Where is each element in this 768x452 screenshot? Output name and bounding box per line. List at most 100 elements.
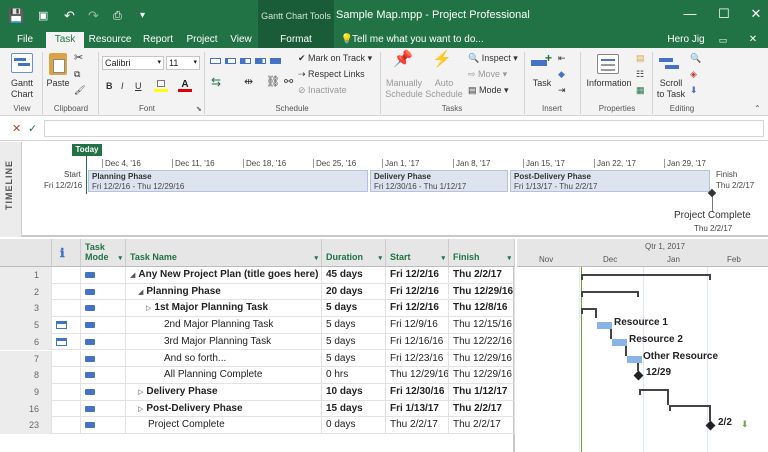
gantt-chart[interactable]: Qtr 1, 2017 Nov Dec Jan Feb Resource 1 R… xyxy=(517,239,768,452)
duration-cell[interactable]: 5 days xyxy=(322,350,386,368)
percent-complete-buttons[interactable] xyxy=(210,56,286,68)
timeline-phase-post-delivery[interactable]: Post-Delivery Phase Fri 1/13/17 - Thu 2/… xyxy=(510,170,710,192)
italic-button[interactable]: I xyxy=(121,80,124,92)
finish-cell[interactable]: Thu 2/2/17 xyxy=(449,267,515,284)
milestone-diamond-icon[interactable] xyxy=(633,370,644,381)
task-mode-cell[interactable] xyxy=(81,417,126,434)
finish-cell[interactable]: Thu 2/2/17 xyxy=(449,417,515,434)
clear-icon[interactable]: ◈ xyxy=(690,68,697,80)
table-row[interactable]: 8 All Planning Complete 0 hrs Thu 12/29/16 T… xyxy=(0,367,515,384)
timeline-phase-delivery[interactable]: Delivery Phase Fri 12/30/16 - Thu 1/12/1… xyxy=(370,170,508,192)
expand-icon[interactable]: ▷ xyxy=(138,389,143,396)
summary-bar-post-delivery[interactable] xyxy=(669,405,709,407)
task-name-cell[interactable]: All Planning Complete xyxy=(126,367,322,384)
task-bar-task7[interactable] xyxy=(627,356,642,363)
task-mode-cell[interactable] xyxy=(81,350,126,368)
task-name-cell[interactable]: 3rd Major Planning Task xyxy=(126,333,322,351)
deliverable-icon[interactable]: ⇥ xyxy=(558,84,566,96)
task-mode-column-header[interactable]: Task Mode ▾ xyxy=(81,239,126,267)
task-name-cell[interactable]: ▷ Delivery Phase xyxy=(126,383,322,401)
respect-links-button[interactable]: ⇢ Respect Links xyxy=(298,68,365,80)
filter-dropdown-icon[interactable]: ▾ xyxy=(378,254,382,262)
info-cell[interactable] xyxy=(52,300,81,318)
info-cell[interactable] xyxy=(52,383,81,401)
cut-icon[interactable]: ✂ xyxy=(74,52,83,64)
filter-dropdown-icon[interactable]: ▾ xyxy=(314,254,318,262)
timeline-view[interactable]: TIMELINE Today Dec 4, '16 Dec 11, '16 De… xyxy=(0,142,768,237)
task-mode-cell[interactable] xyxy=(81,300,126,318)
info-cell[interactable] xyxy=(52,367,81,384)
notes-icon[interactable]: ▤ xyxy=(636,52,645,64)
start-cell[interactable]: Fri 12/2/16 xyxy=(386,283,449,301)
timeline-phase-planning[interactable]: Planning Phase Fri 12/2/16 - Thu 12/29/1… xyxy=(88,170,368,192)
row-number[interactable]: 2 xyxy=(0,283,52,301)
collapse-ribbon-icon[interactable]: ⌃ xyxy=(754,104,761,113)
font-color-icon[interactable]: A xyxy=(178,80,192,92)
close-window-icon[interactable]: ✕ xyxy=(746,32,760,48)
format-painter-icon[interactable]: 🖌 xyxy=(74,84,85,96)
task-mode-cell[interactable] xyxy=(81,283,126,301)
duration-cell[interactable]: 10 days xyxy=(322,383,386,401)
find-icon[interactable]: 🔍 xyxy=(690,52,701,64)
start-column-header[interactable]: Start ▾ xyxy=(386,239,449,267)
information-button[interactable]: Information xyxy=(584,78,634,89)
info-cell[interactable] xyxy=(52,350,81,368)
finish-cell[interactable]: Thu 1/12/17 xyxy=(449,383,515,401)
tab-report[interactable]: Report xyxy=(138,32,178,48)
finish-cell[interactable]: Thu 12/8/16 xyxy=(449,300,515,318)
task-name-cell[interactable]: 2nd Major Planning Task xyxy=(126,317,322,334)
manually-schedule-button[interactable]: Manually Schedule xyxy=(382,78,426,100)
task-name-cell[interactable]: ▷ 1st Major Planning Task xyxy=(126,300,322,318)
info-cell[interactable] xyxy=(52,267,81,284)
table-row[interactable]: 7 And so forth... 5 days Fri 12/23/16 Thu 12… xyxy=(0,350,515,368)
mode-button[interactable]: ▤ Mode ▾ xyxy=(468,84,509,96)
duration-column-header[interactable]: Duration ▾ xyxy=(322,239,386,267)
minimize-button[interactable]: — xyxy=(680,6,700,21)
row-number[interactable]: 6 xyxy=(0,333,52,351)
customize-qa-icon[interactable]: ▾ xyxy=(140,8,145,24)
duration-cell[interactable]: 45 days xyxy=(322,267,386,284)
table-row[interactable]: 16 ▷ Post-Delivery Phase 15 days Fri 1/13/17… xyxy=(0,400,515,418)
table-row[interactable]: 9 ▷ Delivery Phase 10 days Fri 12/30/16 Thu 1… xyxy=(0,383,515,401)
duration-cell[interactable]: 0 days xyxy=(322,417,386,434)
table-row[interactable]: 1 ◢ Any New Project Plan (title goes here)… xyxy=(0,267,515,284)
task-name-cell[interactable]: And so forth... xyxy=(126,350,322,368)
tab-format[interactable]: Format xyxy=(258,32,334,48)
task-name-cell[interactable]: ◢ Planning Phase xyxy=(126,283,322,301)
bold-button[interactable]: B xyxy=(106,80,113,92)
summary-icon[interactable]: ⇤ xyxy=(558,52,566,64)
table-row[interactable]: 2 ◢ Planning Phase 20 days Fri 12/2/16 Thu 12… xyxy=(0,283,515,301)
timeline-milestone-name[interactable]: Project Complete xyxy=(674,210,751,221)
row-number[interactable]: 8 xyxy=(0,367,52,384)
info-cell[interactable] xyxy=(52,283,81,301)
task-mode-cell[interactable] xyxy=(81,317,126,334)
table-row[interactable]: 6 3rd Major Planning Task 5 days Fri 12/16/… xyxy=(0,333,515,351)
tab-project[interactable]: Project xyxy=(182,32,222,48)
row-number[interactable]: 1 xyxy=(0,267,52,284)
summary-bar-project[interactable] xyxy=(581,274,711,276)
ribbon-display-icon[interactable]: ▭ xyxy=(716,32,730,48)
task-name-column-header[interactable]: Task Name ▾ xyxy=(126,239,322,267)
collapse-icon[interactable]: ◢ xyxy=(138,289,143,296)
start-cell[interactable]: Thu 2/2/17 xyxy=(386,417,449,434)
tab-resource[interactable]: Resource xyxy=(86,32,134,48)
details-icon[interactable]: ☷ xyxy=(636,68,644,80)
filter-dropdown-icon[interactable]: ▾ xyxy=(118,254,122,262)
close-button[interactable]: ✕ xyxy=(746,6,766,22)
duration-cell[interactable]: 0 hrs xyxy=(322,367,386,384)
split-task-icon[interactable]: ⇹ xyxy=(244,76,253,88)
link-tasks-icon[interactable]: ⛓ xyxy=(266,76,280,88)
expand-icon[interactable]: ▷ xyxy=(138,406,143,413)
duration-cell[interactable]: 5 days xyxy=(322,317,386,334)
finish-cell[interactable]: Thu 12/15/16 xyxy=(449,317,515,334)
summary-bar-planning[interactable] xyxy=(581,291,639,293)
insert-task-button[interactable]: Task xyxy=(526,78,558,89)
inactivate-button[interactable]: ⊘ Inactivate xyxy=(298,84,347,96)
mark-on-track-button[interactable]: ✔ Mark on Track ▾ xyxy=(298,52,372,64)
row-number[interactable]: 3 xyxy=(0,300,52,318)
paste-button[interactable]: Paste xyxy=(44,78,72,89)
font-name-select[interactable]: Calibri ▾ xyxy=(102,56,164,70)
start-cell[interactable]: Fri 1/13/17 xyxy=(386,400,449,418)
tab-file[interactable]: File xyxy=(8,32,42,48)
tell-me-search[interactable]: Tell me what you want to do... xyxy=(352,32,484,48)
